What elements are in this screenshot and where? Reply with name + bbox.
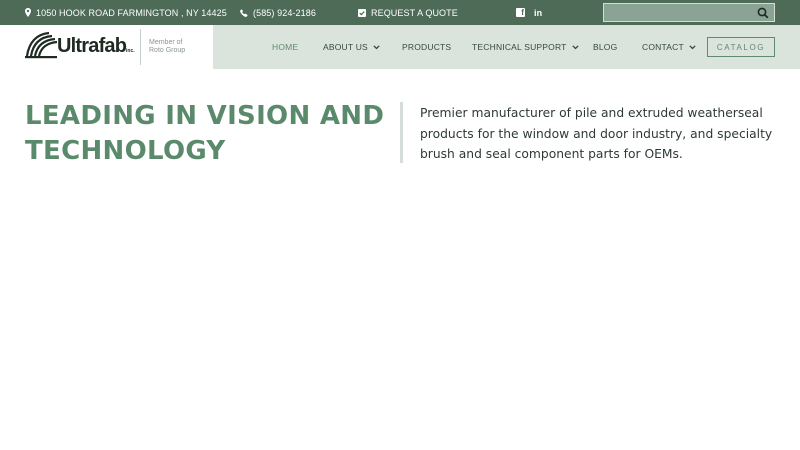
address: 1050 HOOK ROAD FARMINGTON , NY 14425 (25, 0, 227, 25)
nav-products-label: PRODUCTS (402, 42, 452, 52)
request-quote-text: REQUEST A QUOTE (371, 7, 458, 18)
request-quote-link[interactable]: REQUEST A QUOTE (358, 0, 458, 25)
nav-technical-support-label: TECHNICAL SUPPORT (472, 42, 567, 52)
phone-icon (240, 8, 248, 17)
chevron-down-icon (689, 42, 696, 52)
chevron-down-icon (571, 42, 579, 52)
nav-about-us[interactable]: ABOUT US (323, 25, 380, 69)
nav-home[interactable]: HOME (272, 25, 298, 69)
check-square-icon (358, 8, 366, 17)
nav-blog[interactable]: BLOG (593, 25, 617, 69)
address-text: 1050 HOOK ROAD FARMINGTON , NY 14425 (36, 7, 227, 18)
hero-divider (400, 102, 403, 163)
map-pin-icon (25, 8, 31, 17)
social-links: f in (516, 0, 542, 25)
linkedin-icon[interactable]: in (534, 8, 542, 18)
nav-about-us-label: ABOUT US (323, 42, 368, 52)
hero-description: Premier manufacturer of pile and extrude… (420, 106, 773, 161)
nav-contact[interactable]: CONTACT (642, 25, 696, 69)
catalog-button[interactable]: CATALOG (707, 37, 775, 57)
facebook-icon[interactable]: f (516, 8, 525, 17)
site-header: Ultrafab inc. Member of Roto Group HOME … (0, 25, 800, 69)
nav-blog-label: BLOG (593, 42, 618, 52)
phone-text: (585) 924-2186 (253, 7, 316, 18)
nav-technical-support[interactable]: TECHNICAL SUPPORT (472, 25, 579, 69)
top-bar: 1050 HOOK ROAD FARMINGTON , NY 14425 (58… (0, 0, 800, 25)
search-icon[interactable] (757, 7, 769, 19)
search-box (603, 3, 775, 22)
phone-link[interactable]: (585) 924-2186 (240, 0, 316, 25)
nav-products[interactable]: PRODUCTS (402, 25, 451, 69)
search-input[interactable] (604, 4, 754, 21)
nav-home-label: HOME (272, 42, 299, 52)
hero-title: LEADING IN VISION AND TECHNOLOGY (25, 101, 385, 166)
nav-contact-label: CONTACT (642, 42, 684, 52)
main-nav: HOME ABOUT US PRODUCTS TECHNICAL SUPPORT… (0, 25, 800, 69)
chevron-down-icon (373, 42, 380, 52)
